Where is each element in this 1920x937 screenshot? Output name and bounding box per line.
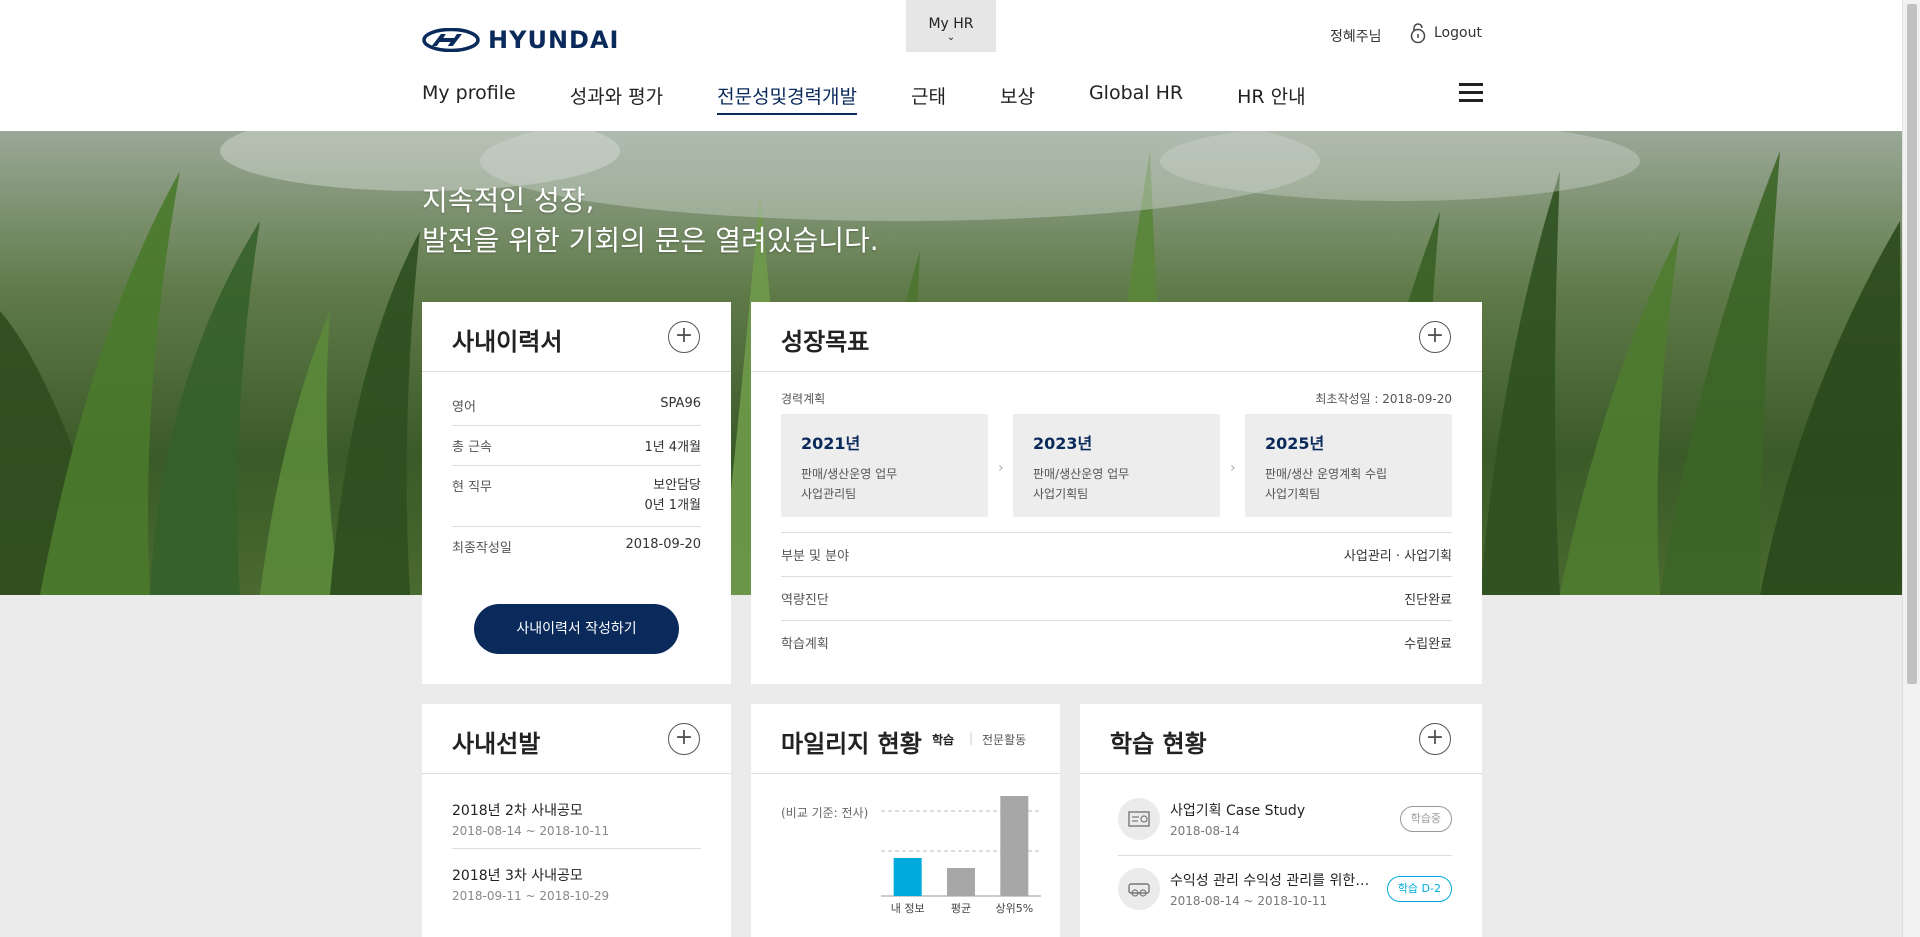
write-resume-button[interactable]: 사내이력서 작성하기 <box>474 604 679 654</box>
bar-0 <box>893 858 922 896</box>
card-header: 학습 현황 + <box>1080 704 1482 774</box>
mileage-card: 마일리지 현황 학습 | 전문활동 (비교 기준: 전사) 내 정보 평균 상위5% <box>751 704 1060 937</box>
card-title: 사내선발 <box>452 730 541 758</box>
lock-icon <box>1410 23 1426 44</box>
user-name: 정혜주님 <box>1330 29 1382 45</box>
hyundai-logo[interactable]: HYUNDAI <box>422 26 620 54</box>
goal-box[interactable]: 2021년 판매/생산운영 업무 사업관리팀 <box>781 414 988 517</box>
nav-attendance[interactable]: 근태 <box>911 82 946 115</box>
myhr-label: My HR <box>928 16 974 32</box>
tab-learning[interactable]: 학습 <box>932 731 954 748</box>
list-item[interactable]: 사업기획 Case Study 2018-08-14 학습중 <box>1118 788 1452 856</box>
tab-divider: | <box>969 731 974 745</box>
x-tick-label: 내 정보 <box>890 902 925 915</box>
card-title: 사내이력서 <box>452 328 563 356</box>
card-header: 사내이력서 + <box>422 302 731 372</box>
list-item[interactable]: 2018년 2차 사내공모 2018-08-14 ~ 2018-10-11 <box>452 784 701 849</box>
status-badge: 학습중 <box>1399 806 1452 832</box>
first-written-date: 최초작성일 : 2018-09-20 <box>1315 392 1452 406</box>
hero-line-2: 발전을 위한 기회의 문은 열려있습니다. <box>422 224 879 257</box>
info-row: 역량진단 진단완료 <box>781 577 1452 621</box>
selection-list: 2018년 2차 사내공모 2018-08-14 ~ 2018-10-11 20… <box>452 784 701 913</box>
card-title: 마일리지 현황 <box>781 730 922 758</box>
info-row: 현 직무 보안담당 0년 1개월 <box>452 466 701 527</box>
hero-line-1: 지속적인 성장, <box>422 184 595 217</box>
certificate-icon <box>1118 798 1160 840</box>
info-row: 최종작성일 2018-09-20 <box>452 537 701 556</box>
hyundai-emblem-icon <box>422 28 480 52</box>
nav-my-profile[interactable]: My profile <box>422 82 516 115</box>
card-header: 사내선발 + <box>422 704 731 774</box>
card-title: 성장목표 <box>781 328 870 356</box>
plus-icon[interactable]: + <box>668 723 700 755</box>
plus-icon[interactable]: + <box>1419 723 1451 755</box>
brand-wordmark: HYUNDAI <box>488 26 620 54</box>
logout-label: Logout <box>1434 25 1482 41</box>
nav-career-development[interactable]: 전문성및경력개발 <box>717 82 857 115</box>
bar-2 <box>1000 796 1029 896</box>
growth-goal-card: 성장목표 + 경력계획 최초작성일 : 2018-09-20 2021년 판매/… <box>751 302 1482 684</box>
x-tick-label: 평균 <box>950 902 972 915</box>
top-header: HYUNDAI My HR ⌄ 정혜주님 Logout My profile 성… <box>0 0 1902 131</box>
status-badge: 학습 D-2 <box>1386 876 1452 902</box>
scrollbar-thumb[interactable] <box>1907 4 1917 684</box>
internal-selection-card: 사내선발 + 2018년 2차 사내공모 2018-08-14 ~ 2018-1… <box>422 704 731 937</box>
card-header: 마일리지 현황 학습 | 전문활동 <box>751 704 1060 774</box>
learning-status-card: 학습 현황 + 사업기획 Case Study 2018-08-14 학습중 수… <box>1080 704 1482 937</box>
mileage-x-labels: 내 정보 평균 상위5% <box>881 900 1041 916</box>
logout-button[interactable]: Logout <box>1410 22 1482 44</box>
comparison-basis: (비교 기준: 전사) <box>781 806 869 820</box>
career-plan-label: 경력계획 <box>781 392 826 406</box>
myhr-dropdown[interactable]: My HR ⌄ <box>906 0 996 52</box>
tab-professional[interactable]: 전문활동 <box>982 731 1026 748</box>
card-header: 성장목표 + <box>751 302 1482 372</box>
info-row: 영어 SPA96 <box>452 386 701 426</box>
hero-headline: 지속적인 성장, 발전을 위한 기회의 문은 열려있습니다. <box>422 181 879 261</box>
nav-hr-guide[interactable]: HR 안내 <box>1237 82 1306 115</box>
plus-icon[interactable]: + <box>1419 321 1451 353</box>
info-row: 부분 및 분야 사업관리 · 사업기획 <box>781 533 1452 577</box>
mileage-bar-chart <box>881 796 1041 897</box>
info-row: 학습계획 수립완료 <box>781 637 1452 652</box>
goal-box[interactable]: 2023년 판매/생산운영 업무 사업기획팀 <box>1013 414 1220 517</box>
x-tick-label: 상위5% <box>995 902 1034 915</box>
nav-performance[interactable]: 성과와 평가 <box>570 82 663 115</box>
goal-box[interactable]: 2025년 판매/생산 운영계획 수립 사업기획팀 <box>1245 414 1452 517</box>
nav-compensation[interactable]: 보상 <box>1000 82 1035 115</box>
main-nav: My profile 성과와 평가 전문성및경력개발 근태 보상 Global … <box>422 82 1360 115</box>
resume-card: 사내이력서 + 영어 SPA96 총 근속 1년 4개월 현 직무 보안담당 0… <box>422 302 731 684</box>
list-item[interactable]: 2018년 3차 사내공모 2018-09-11 ~ 2018-10-29 <box>452 849 701 913</box>
resume-info-list: 영어 SPA96 총 근속 1년 4개월 현 직무 보안담당 0년 1개월 최종… <box>452 386 701 566</box>
chevron-right-icon: › <box>998 460 1004 476</box>
info-row: 총 근속 1년 4개월 <box>452 426 701 466</box>
bar-1 <box>947 868 975 896</box>
page-scrollbar[interactable] <box>1902 0 1920 937</box>
list-item[interactable]: 수익성 관리 수익성 관리를 위한 … 2018-08-14 ~ 2018-10… <box>1118 858 1452 926</box>
nav-global-hr[interactable]: Global HR <box>1089 82 1183 115</box>
vr-headset-icon <box>1118 868 1160 910</box>
hamburger-menu-icon[interactable] <box>1459 83 1483 103</box>
chevron-right-icon: › <box>1230 460 1236 476</box>
card-title: 학습 현황 <box>1110 730 1207 758</box>
plus-icon[interactable]: + <box>668 321 700 353</box>
chevron-down-icon: ⌄ <box>946 32 956 43</box>
growth-info-list: 부분 및 분야 사업관리 · 사업기획 역량진단 진단완료 학습계획 수립완료 <box>781 532 1452 664</box>
